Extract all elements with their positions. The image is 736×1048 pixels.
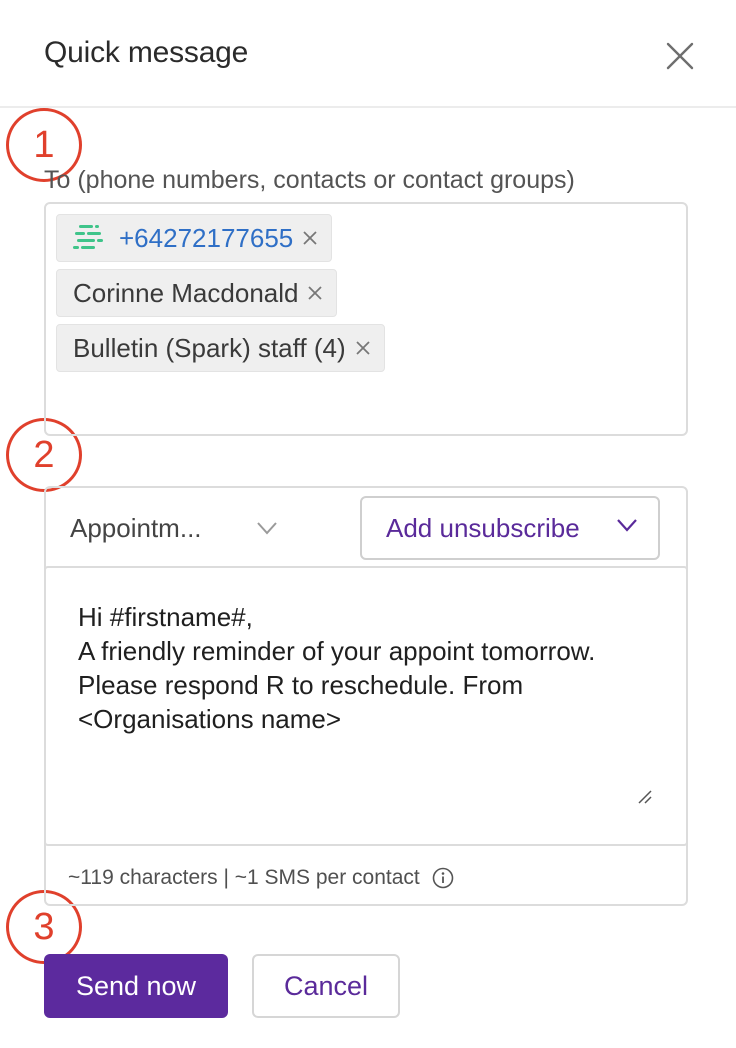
add-unsubscribe-button[interactable]: Add unsubscribe [360, 496, 660, 560]
panel-header: Quick message [0, 0, 736, 108]
close-icon [666, 42, 694, 70]
recipients-label: To (phone numbers, contacts or contact g… [44, 166, 575, 194]
character-counter: ~119 characters | ~1 SMS per contact [68, 866, 454, 890]
message-textarea[interactable]: Hi #firstname#, A friendly reminder of y… [44, 566, 688, 846]
template-select-value: Appointm... [70, 512, 202, 543]
message-text: Hi #firstname#, A friendly reminder of y… [78, 602, 596, 734]
recipient-chip-label: Corinne Macdonald [73, 278, 299, 308]
resize-handle-icon[interactable] [636, 788, 652, 804]
info-icon[interactable] [432, 867, 454, 889]
page-title: Quick message [44, 36, 249, 69]
add-unsubscribe-label: Add unsubscribe [386, 512, 580, 543]
recipient-chip-contact: Corinne Macdonald [56, 269, 338, 317]
recipient-chip-label: +64272177655 [119, 223, 294, 253]
remove-chip-button[interactable] [303, 231, 317, 245]
compose-box: Appointm... Add unsubscribe Hi #firstnam… [44, 486, 688, 906]
close-icon [303, 231, 317, 245]
send-now-button[interactable]: Send now [44, 954, 228, 1018]
cancel-button[interactable]: Cancel [252, 954, 400, 1018]
close-icon [355, 341, 370, 355]
template-select[interactable]: Appointm... [70, 500, 330, 556]
recipient-chip-label: Bulletin (Spark) staff (4) [73, 333, 346, 363]
close-button[interactable] [660, 36, 700, 76]
recipient-chip-phone: +64272177655 [56, 214, 333, 262]
remove-chip-button[interactable] [355, 341, 370, 355]
quick-message-panel: Quick message 1 2 3 To (phone numbers, c… [0, 0, 736, 1048]
recipients-input[interactable]: +64272177655 Corinne Macdonald Bulletin … [44, 202, 688, 436]
chevron-down-icon [256, 521, 278, 535]
chevron-down-icon [616, 518, 638, 532]
character-counter-text: ~119 characters | ~1 SMS per contact [68, 866, 420, 889]
close-icon [308, 286, 323, 300]
remove-chip-button[interactable] [308, 286, 323, 300]
app-logo-icon [73, 224, 105, 252]
recipient-chip-group: Bulletin (Spark) staff (4) [56, 324, 385, 372]
